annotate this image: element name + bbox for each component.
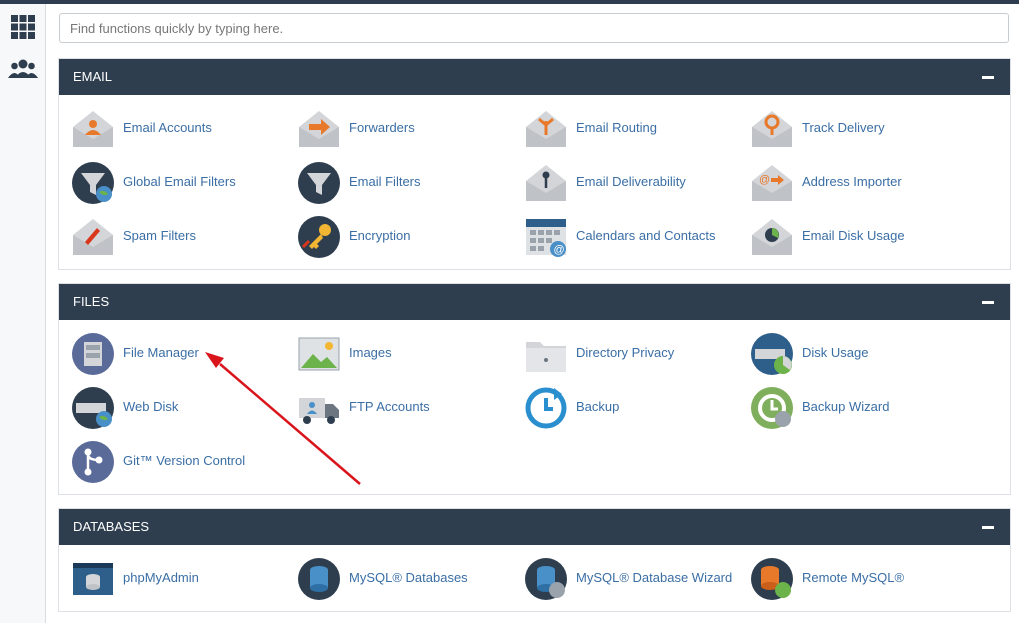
mysql-wizard-icon xyxy=(525,558,567,600)
svg-text:@: @ xyxy=(759,174,770,186)
email-disk-usage-icon xyxy=(752,219,792,255)
email-disk-usage-link[interactable]: Email Disk Usage xyxy=(738,215,964,259)
global-email-filters-link[interactable]: Global Email Filters xyxy=(59,161,285,205)
encryption-link[interactable]: Encryption xyxy=(285,215,511,259)
web-disk-icon xyxy=(72,387,114,429)
folder-icon xyxy=(526,342,566,372)
panel-title: EMAIL xyxy=(73,69,113,84)
email-routing-link[interactable]: Email Routing xyxy=(512,107,738,151)
panel-title: DATABASES xyxy=(73,519,150,534)
collapse-icon[interactable] xyxy=(982,301,994,304)
email-filters-link[interactable]: Email Filters xyxy=(285,161,511,205)
panel-header-databases[interactable]: DATABASES xyxy=(59,509,1010,545)
search-input[interactable] xyxy=(59,13,1009,43)
files-panel: FILES File Manager Images Directory Priv… xyxy=(58,283,1011,495)
git-version-control-link[interactable]: Git™ Version Control xyxy=(59,440,285,484)
ftp-truck-icon xyxy=(299,398,339,424)
encryption-icon xyxy=(298,216,340,258)
calendars-contacts-link[interactable]: @ Calendars and Contacts xyxy=(512,215,738,259)
disk-usage-icon xyxy=(751,333,793,375)
global-email-filters-icon xyxy=(72,162,114,204)
images-icon xyxy=(298,337,340,371)
backup-icon xyxy=(525,387,567,429)
backup-link[interactable]: Backup xyxy=(512,386,738,430)
main-content: EMAIL Email Accounts Forwarders xyxy=(46,4,1019,623)
email-accounts-link[interactable]: Email Accounts xyxy=(59,107,285,151)
sidebar xyxy=(0,4,46,623)
panel-header-files[interactable]: FILES xyxy=(59,284,1010,320)
mysql-database-wizard-link[interactable]: MySQL® Database Wizard xyxy=(512,557,738,601)
phpmyadmin-icon xyxy=(73,563,113,595)
mysql-databases-icon xyxy=(298,558,340,600)
email-accounts-icon xyxy=(73,111,113,147)
collapse-icon[interactable] xyxy=(982,526,994,529)
forwarders-icon xyxy=(299,111,339,147)
calendar-icon: @ xyxy=(526,219,566,257)
collapse-icon[interactable] xyxy=(982,76,994,79)
track-delivery-icon xyxy=(752,111,792,147)
file-manager-icon xyxy=(72,333,114,375)
remote-mysql-link[interactable]: Remote MySQL® xyxy=(738,557,964,601)
phpmyadmin-link[interactable]: phpMyAdmin xyxy=(59,557,285,601)
ftp-accounts-link[interactable]: FTP Accounts xyxy=(285,386,511,430)
email-deliverability-link[interactable]: Email Deliverability xyxy=(512,161,738,205)
email-routing-icon xyxy=(526,111,566,147)
disk-usage-link[interactable]: Disk Usage xyxy=(738,332,964,376)
panel-title: FILES xyxy=(73,294,110,309)
spam-filters-link[interactable]: Spam Filters xyxy=(59,215,285,259)
grid-icon[interactable] xyxy=(8,12,38,42)
email-filters-icon xyxy=(298,162,340,204)
web-disk-link[interactable]: Web Disk xyxy=(59,386,285,430)
email-deliverability-icon xyxy=(526,165,566,201)
git-icon xyxy=(72,441,114,483)
file-manager-link[interactable]: File Manager xyxy=(59,332,285,376)
directory-privacy-link[interactable]: Directory Privacy xyxy=(512,332,738,376)
address-importer-link[interactable]: @ Address Importer xyxy=(738,161,964,205)
forwarders-link[interactable]: Forwarders xyxy=(285,107,511,151)
track-delivery-link[interactable]: Track Delivery xyxy=(738,107,964,151)
images-link[interactable]: Images xyxy=(285,332,511,376)
address-importer-icon: @ xyxy=(752,165,792,201)
backup-wizard-link[interactable]: Backup Wizard xyxy=(738,386,964,430)
svg-text:@: @ xyxy=(554,244,565,256)
backup-wizard-icon xyxy=(751,387,793,429)
panel-header-email[interactable]: EMAIL xyxy=(59,59,1010,95)
mysql-databases-link[interactable]: MySQL® Databases xyxy=(285,557,511,601)
remote-mysql-icon xyxy=(751,558,793,600)
email-panel: EMAIL Email Accounts Forwarders Email Ro… xyxy=(58,58,1011,270)
spam-filters-icon xyxy=(73,219,113,255)
databases-panel: DATABASES phpMyAdmin MySQL® Databases My… xyxy=(58,508,1011,612)
users-icon[interactable] xyxy=(8,54,38,84)
